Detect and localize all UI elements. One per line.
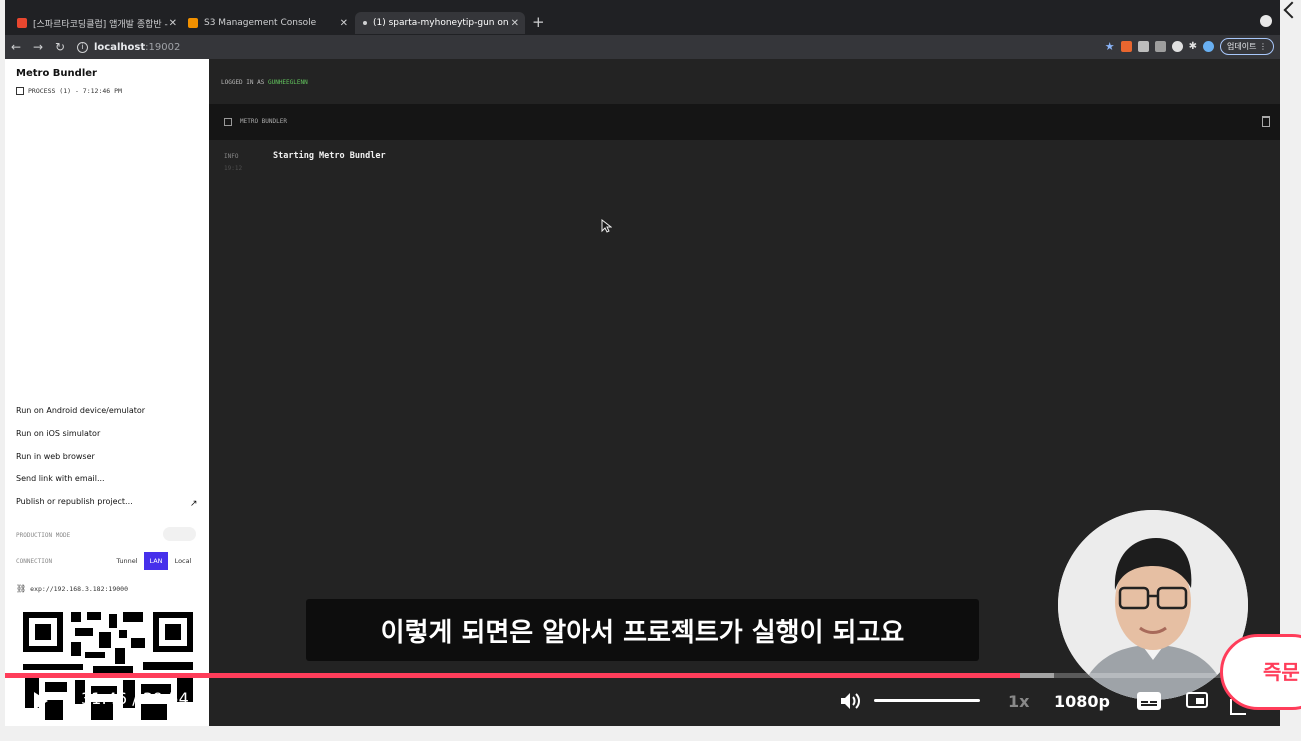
send-link-email[interactable]: Send link with email... [16, 474, 105, 483]
extension-icon[interactable] [1171, 41, 1183, 52]
avatar[interactable] [1203, 41, 1214, 52]
close-icon[interactable]: ✕ [169, 18, 177, 29]
run-android-link[interactable]: Run on Android device/emulator [16, 406, 145, 415]
log-level: INFO [224, 153, 239, 160]
picture-in-picture-icon[interactable] [1186, 692, 1208, 708]
sparta-favicon-icon [17, 18, 27, 28]
process-status[interactable]: PROCESS (1) - 7:12:46 PM [16, 87, 122, 95]
site-info-icon[interactable]: i [77, 41, 88, 53]
forward-icon[interactable]: → [27, 40, 49, 54]
bookmark-star-icon[interactable]: ★ [1105, 40, 1115, 53]
connection-lan-option[interactable]: LAN [144, 552, 168, 570]
production-mode-toggle[interactable] [163, 527, 196, 541]
browser-toolbar: ← → ↻ i localhost :19002 ★ ✱ 업데이트 ⋮ [5, 35, 1280, 59]
playback-speed[interactable]: 1x [1008, 692, 1029, 711]
close-icon[interactable]: ✕ [511, 18, 519, 29]
sidebar-title: Metro Bundler [16, 68, 97, 79]
corner-chevron-icon [1283, 1, 1301, 19]
mouse-cursor-icon [601, 219, 612, 233]
current-time: 31:46 / [81, 689, 138, 708]
progress-played[interactable] [5, 673, 1020, 678]
subtitle-caption: 이렇게 되면은 알아서 프로젝트가 실행이 되고요 [306, 599, 979, 661]
exp-url-text: exp://192.168.3.182:19000 [30, 584, 128, 593]
aws-favicon-icon [188, 18, 198, 28]
quality-selector[interactable]: 1080p [1054, 692, 1110, 711]
play-icon[interactable] [33, 691, 49, 711]
new-tab-icon[interactable]: + [532, 13, 545, 31]
devtools-sidebar: Metro Bundler PROCESS (1) - 7:12:46 PM R… [5, 59, 209, 726]
exp-url[interactable]: ⛓ exp://192.168.3.182:19000 [16, 584, 128, 593]
tab-s3-console[interactable]: S3 Management Console ✕ [188, 12, 348, 34]
logged-in-status: LOGGED IN AS GUNHEEGLENN [221, 79, 308, 86]
log-time: 19:12 [224, 165, 243, 172]
tab-label: (1) sparta-myhoneytip-gun on [373, 18, 509, 28]
volume-slider[interactable] [874, 699, 980, 702]
trash-icon[interactable] [1262, 116, 1270, 127]
production-mode-label: PRODUCTION MODE [16, 532, 71, 539]
tab-expo-devtools[interactable]: (1) sparta-myhoneytip-gun on ✕ [355, 12, 525, 34]
cube-icon [16, 87, 24, 95]
close-icon[interactable]: ✕ [340, 18, 348, 29]
time-display: 31:46 / 39:54 [81, 689, 189, 708]
pill-label: 즉문 [1263, 660, 1300, 684]
update-button[interactable]: 업데이트 ⋮ [1220, 38, 1274, 55]
profile-dot-icon[interactable] [1260, 15, 1272, 27]
connection-local-option[interactable]: Local [171, 552, 195, 570]
extension-icon[interactable] [1120, 41, 1132, 52]
reload-icon[interactable]: ↻ [49, 40, 71, 54]
external-arrow-icon: ↗ [190, 499, 198, 509]
extensions-puzzle-icon[interactable]: ✱ [1189, 41, 1197, 52]
extension-bar: ★ ✱ 업데이트 ⋮ [1105, 38, 1274, 55]
url-port: :19002 [145, 41, 181, 53]
tab-sparta-class[interactable]: [스파르타코딩클럽] 앱개발 종합반 - ✕ [17, 12, 177, 34]
connection-tunnel-option[interactable]: Tunnel [112, 552, 142, 570]
captions-icon[interactable] [1137, 692, 1161, 710]
player-controls: 31:46 / 39:54 1x 1080p [5, 679, 1280, 726]
publish-project-link[interactable]: Publish or republish project... [16, 497, 133, 506]
address-bar[interactable]: i localhost :19002 [77, 41, 181, 53]
loading-dot-icon [363, 21, 367, 25]
log-panel-header: METRO BUNDLER [209, 104, 1280, 140]
connection-label: CONNECTION [16, 558, 53, 565]
url-host: localhost [94, 41, 146, 53]
duration: 39:54 [142, 689, 189, 708]
volume-icon[interactable] [840, 691, 862, 711]
extension-icon[interactable] [1154, 41, 1166, 52]
run-web-link[interactable]: Run in web browser [16, 452, 95, 461]
logged-in-prefix: LOGGED IN AS [221, 79, 265, 86]
layers-icon [224, 118, 232, 126]
instant-question-button[interactable]: 즉문 [1220, 634, 1301, 710]
process-label: PROCESS (1) - 7:12:46 PM [28, 87, 122, 95]
link-icon: ⛓ [16, 584, 27, 593]
tab-label: S3 Management Console [204, 18, 317, 28]
back-icon[interactable]: ← [5, 40, 27, 54]
logged-in-user: GUNHEEGLENN [267, 79, 308, 86]
tab-label: [스파르타코딩클럽] 앱개발 종합반 - [33, 19, 168, 30]
run-ios-link[interactable]: Run on iOS simulator [16, 429, 100, 438]
log-panel-title: METRO BUNDLER [240, 118, 287, 125]
log-message: Starting Metro Bundler [273, 151, 386, 161]
extension-icon[interactable] [1137, 41, 1149, 52]
update-label: 업데이트 [1227, 42, 1257, 51]
browser-tab-strip: [스파르타코딩클럽] 앱개발 종합반 - ✕ S3 Management Con… [5, 9, 1280, 35]
